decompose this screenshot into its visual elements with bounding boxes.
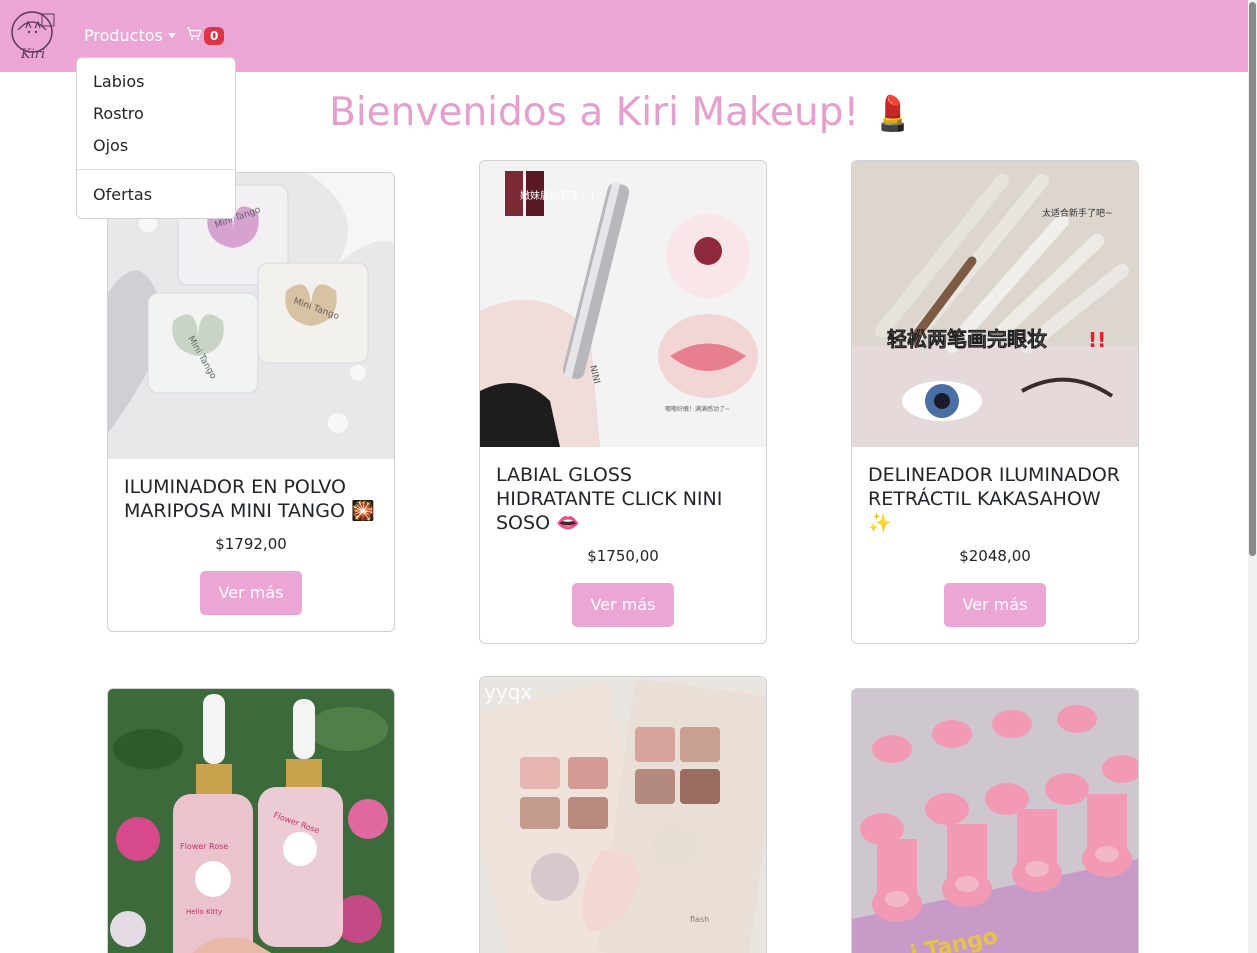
product-card: 嫩妹届的君王！！ NINI 嘟嘟好嫩！满满感动了~ LABIAL GLOSS H… [479,160,767,644]
product-card: i Tango [851,688,1139,953]
dropdown-item-rostro[interactable]: Rostro [93,103,144,125]
logo-text: Kiri [20,47,45,62]
image-text: yyqx [484,680,532,704]
cart-icon [186,26,202,46]
scrollbar-thumb[interactable] [1249,2,1256,556]
image-text: !! [1088,328,1106,352]
product-price: $1792,00 [215,535,287,553]
product-card: Flower Rose Flower Rose Hello Kitty [107,688,395,953]
product-title: DELINEADOR ILUMINADOR RETRÁCTIL KAKASAHO… [868,464,1121,534]
product-title: LABIAL GLOSS HIDRATANTE CLICK NINI SOSO … [496,464,723,534]
product-card: yyqx flash [479,676,767,953]
dropdown-item-ofertas[interactable]: Ofertas [93,184,152,206]
product-card: Mini Tango Mini Tango Mini Tango ILUMINA… [107,172,395,632]
scrollbar[interactable] [1248,0,1257,953]
logo[interactable]: Kiri [8,8,58,62]
dropdown-item-ojos[interactable]: Ojos [93,135,128,157]
lipstick-emoji: 💄 [871,94,914,134]
page-title-text: Bienvenidos a Kiri Makeup! [329,90,860,135]
image-text: 嫩妹届的君王！！ [520,189,600,202]
dropdown-item-labios[interactable]: Labios [93,71,144,93]
image-text: Hello Kitty [186,908,222,916]
product-image[interactable]: 太适合新手了吧~ 轻松两笔画完眼妆 !! [852,161,1138,447]
product-image[interactable]: 嫩妹届的君王！！ NINI 嘟嘟好嫩！满满感动了~ [480,161,766,447]
products-label: Productos [84,25,163,45]
products-dropdown-menu: Labios Rostro Ojos Ofertas [76,57,236,219]
product-card: 太适合新手了吧~ 轻松两笔画完眼妆 !! DELINEADOR ILUMINAD… [851,160,1139,644]
product-price: $2048,00 [959,547,1031,565]
image-text: flash [690,915,709,924]
image-text: Flower Rose [180,842,228,851]
product-title: ILUMINADOR EN POLVO MARIPOSA MINI TANGO … [124,476,375,522]
ver-mas-button[interactable]: Ver más [944,583,1046,627]
image-text: 轻松两笔画完眼妆 [887,327,1047,351]
dropdown-divider [77,169,235,170]
product-image[interactable]: yyqx flash [480,677,766,953]
image-text: 嘟嘟好嫩！满满感动了~ [665,405,730,413]
ver-mas-button[interactable]: Ver más [200,571,302,615]
product-image[interactable]: Flower Rose Flower Rose Hello Kitty [108,689,394,953]
ver-mas-button[interactable]: Ver más [572,583,674,627]
cart-count-badge: 0 [204,27,225,45]
cart-button[interactable]: 0 [186,26,225,46]
products-dropdown-toggle[interactable]: Productos [84,24,176,46]
image-text: 太适合新手了吧~ [1042,207,1113,219]
product-price: $1750,00 [587,547,659,565]
product-image[interactable]: i Tango [852,689,1138,953]
chevron-down-icon [167,32,176,38]
